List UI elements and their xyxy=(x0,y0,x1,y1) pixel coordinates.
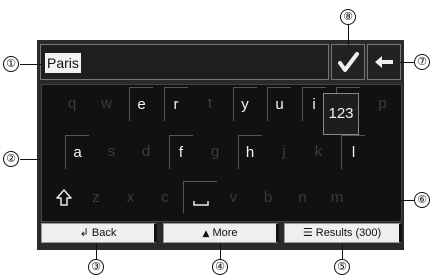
key-a[interactable]: a xyxy=(65,135,89,169)
callout-5: ⑤ xyxy=(334,259,350,275)
key-w: w xyxy=(101,95,112,112)
key-l[interactable]: l xyxy=(341,135,365,169)
callout-2: ② xyxy=(3,151,19,167)
backspace-button[interactable] xyxy=(367,44,401,80)
callout-line-6 xyxy=(359,200,414,201)
key-k: k xyxy=(314,143,323,160)
key-m: m xyxy=(330,189,344,206)
key-h[interactable]: h xyxy=(237,135,262,169)
key-s: s xyxy=(107,143,116,160)
key-q: q xyxy=(67,95,77,112)
callout-line-1 xyxy=(20,64,42,65)
callout-8: ⑧ xyxy=(340,9,356,25)
key-g: g xyxy=(210,143,220,160)
callout-7: ⑦ xyxy=(414,54,430,70)
list-icon: ☰ xyxy=(302,226,313,239)
key-c: c xyxy=(161,189,169,206)
key-j: j xyxy=(282,143,286,160)
callout-line-7 xyxy=(400,62,414,63)
space-bar-icon xyxy=(192,201,209,206)
results-button[interactable]: ☰ Results (300) xyxy=(284,223,402,243)
search-query-text: Paris xyxy=(45,53,81,73)
callout-line-3 xyxy=(96,243,97,260)
key-t: t xyxy=(207,95,213,112)
shift-key[interactable] xyxy=(52,183,76,213)
back-arrow-icon: ↲ xyxy=(79,226,89,239)
callout-line-8 xyxy=(348,25,349,45)
callout-4: ④ xyxy=(212,259,228,275)
callout-line-2 xyxy=(20,159,41,160)
search-input[interactable]: Paris xyxy=(40,44,329,80)
key-n: n xyxy=(298,189,307,206)
results-label: Results (300) xyxy=(315,227,382,239)
key-x: x xyxy=(126,189,135,206)
key-e[interactable]: e xyxy=(129,87,153,121)
key-b: b xyxy=(263,189,273,206)
space-key[interactable] xyxy=(183,181,217,213)
key-i[interactable]: i xyxy=(301,87,326,121)
key-v: v xyxy=(229,189,238,206)
confirm-button[interactable] xyxy=(331,44,365,80)
callout-line-5 xyxy=(342,243,343,260)
key-p: p xyxy=(378,95,387,112)
more-label: More xyxy=(212,227,238,239)
key-f[interactable]: f xyxy=(168,135,193,169)
numbers-key[interactable]: 123 xyxy=(323,93,359,135)
checkmark-icon xyxy=(338,52,359,72)
back-label: Back xyxy=(91,227,117,239)
backspace-arrow-icon xyxy=(375,56,393,68)
callout-1: ① xyxy=(3,56,19,72)
key-y[interactable]: y xyxy=(232,87,257,121)
more-button[interactable]: ▲ More xyxy=(163,223,279,243)
shift-arrow-icon xyxy=(56,189,72,206)
callout-line-4 xyxy=(220,243,221,260)
chevron-up-icon: ▲ xyxy=(202,229,210,239)
callout-6: ⑥ xyxy=(414,192,430,208)
key-z: z xyxy=(92,189,100,206)
callout-3: ③ xyxy=(88,259,104,275)
back-button[interactable]: ↲ Back xyxy=(41,223,157,243)
key-d: d xyxy=(141,143,151,160)
key-r[interactable]: r xyxy=(163,87,188,121)
key-u[interactable]: u xyxy=(267,87,291,121)
